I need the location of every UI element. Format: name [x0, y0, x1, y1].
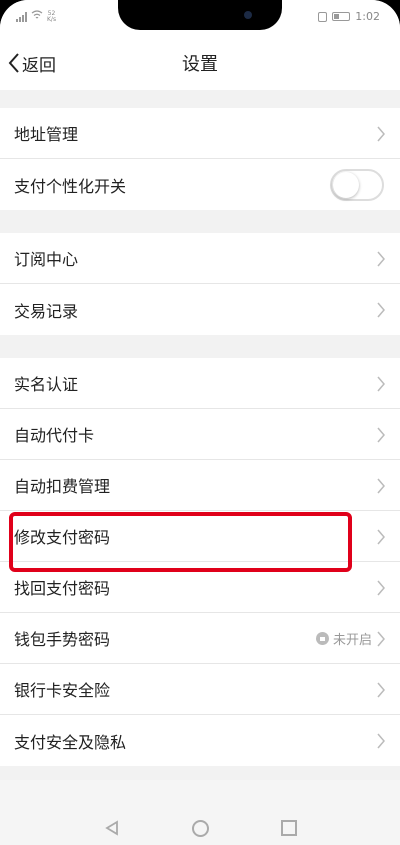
chevron-right-icon [377, 302, 385, 318]
nav-home-icon[interactable] [192, 820, 209, 837]
wifi-icon [31, 10, 43, 23]
chevron-right-icon [377, 126, 385, 142]
battery-icon [332, 12, 351, 21]
page-title: 设置 [182, 54, 218, 75]
settings-item-transactions[interactable]: 交易记录 [0, 284, 400, 335]
phone-screen: 52 K/s 1:02 返回 设置 地址管理 支付个性化开关 订阅中心 交易记录… [0, 0, 400, 845]
settings-item-security-privacy[interactable]: 支付安全及隐私 [0, 715, 400, 766]
item-label: 自动扣费管理 [14, 477, 111, 496]
item-label: 支付个性化开关 [14, 176, 127, 196]
toggle-knob [333, 172, 359, 198]
chevron-right-icon [377, 251, 385, 267]
settings-item-auto-deduct[interactable]: 自动扣费管理 [0, 460, 400, 511]
nav-recent-icon[interactable] [281, 820, 297, 836]
badge-text: 未开启 [332, 633, 372, 648]
item-label: 地址管理 [14, 125, 79, 144]
personalized-payment-toggle[interactable] [330, 169, 384, 201]
network-speed: 52 K/s [47, 10, 57, 23]
settings-list: 地址管理 支付个性化开关 订阅中心 交易记录 实名认证 自动代付卡 自动扣费管理 [0, 90, 400, 766]
system-nav-bar [0, 808, 400, 845]
settings-item-gesture-password[interactable]: 钱包手势密码 未开启 [0, 613, 400, 664]
settings-item-auto-pay-card[interactable]: 自动代付卡 [0, 409, 400, 460]
network-speed-unit: K/s [47, 15, 57, 23]
group-gap [0, 210, 400, 233]
vibrate-icon [318, 11, 328, 22]
settings-item-card-insurance[interactable]: 银行卡安全险 [0, 664, 400, 715]
nav-bar: 返回 设置 [0, 36, 400, 90]
item-label: 实名认证 [14, 375, 79, 394]
item-label: 交易记录 [14, 301, 79, 321]
signal-icon [16, 11, 27, 22]
chevron-right-icon [377, 580, 385, 596]
chevron-right-icon [377, 478, 385, 494]
settings-item-change-pay-password[interactable]: 修改支付密码 [0, 511, 400, 562]
chevron-right-icon [377, 682, 385, 698]
notch [118, 0, 282, 30]
group-gap [0, 90, 400, 108]
item-label: 订阅中心 [14, 250, 79, 269]
settings-item-address[interactable]: 地址管理 [0, 108, 400, 159]
status-bar: 52 K/s 1:02 [0, 0, 400, 36]
item-label: 找回支付密码 [14, 579, 111, 598]
settings-item-subscription[interactable]: 订阅中心 [0, 233, 400, 284]
status-time: 1:02 [355, 10, 380, 23]
item-label: 自动代付卡 [14, 426, 95, 445]
chevron-right-icon [377, 529, 385, 545]
nav-back-icon[interactable] [104, 820, 120, 836]
status-right: 1:02 [318, 10, 380, 23]
chevron-right-icon [377, 376, 385, 392]
settings-item-real-name[interactable]: 实名认证 [0, 358, 400, 409]
chevron-right-icon [377, 733, 385, 749]
lock-icon [315, 632, 329, 645]
group-gap [0, 335, 400, 358]
chevron-right-icon [377, 427, 385, 443]
item-label: 支付安全及隐私 [14, 732, 127, 752]
item-label: 银行卡安全险 [14, 681, 111, 700]
status-left: 52 K/s [16, 10, 56, 23]
camera-icon [244, 11, 252, 19]
item-label: 修改支付密码 [14, 528, 111, 547]
chevron-right-icon [377, 631, 385, 647]
status-badge: 未开启 [315, 629, 372, 648]
settings-item-personalized-payment: 支付个性化开关 [0, 159, 400, 210]
item-label: 钱包手势密码 [14, 630, 111, 649]
settings-item-recover-pay-password[interactable]: 找回支付密码 [0, 562, 400, 613]
